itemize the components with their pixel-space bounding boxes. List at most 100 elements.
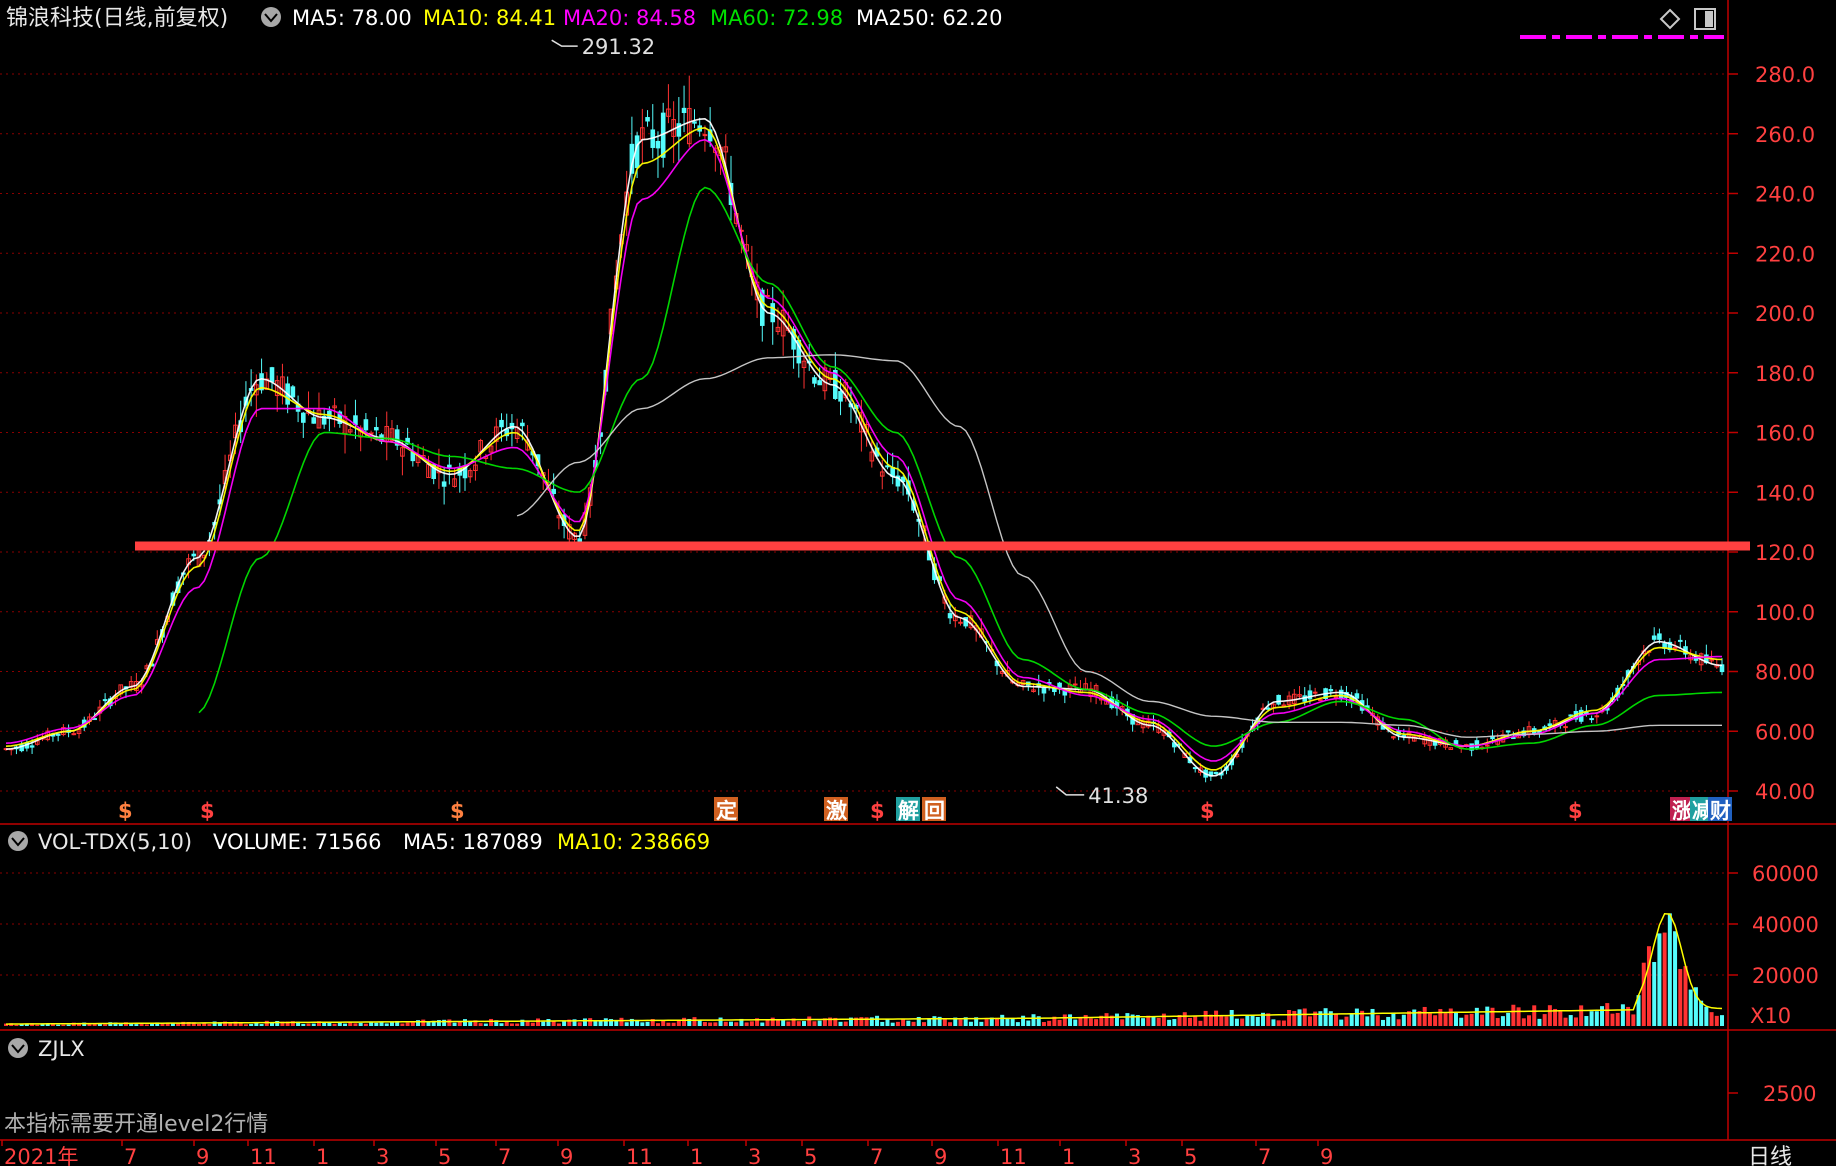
volume-bar bbox=[702, 1022, 707, 1026]
event-marker: 财 bbox=[1710, 799, 1731, 823]
volume-bar bbox=[1334, 1014, 1339, 1026]
volume-bar bbox=[176, 1023, 181, 1026]
volume-bar bbox=[530, 1022, 535, 1026]
volume-bar bbox=[968, 1021, 973, 1026]
candle-body bbox=[947, 613, 953, 619]
volume-bar bbox=[1187, 1017, 1192, 1026]
candle-body bbox=[770, 303, 776, 323]
candle-body bbox=[1484, 744, 1490, 747]
volume-indicator-label: VOL-TDX(5,10) bbox=[38, 830, 192, 854]
volume-bar bbox=[322, 1023, 327, 1026]
volume-bar bbox=[1057, 1019, 1062, 1026]
dropdown-icon[interactable] bbox=[261, 7, 281, 27]
volume-tick-label: 60000 bbox=[1752, 862, 1819, 886]
volume-bar bbox=[1532, 1005, 1537, 1026]
candle-body bbox=[958, 621, 963, 624]
volume-bar bbox=[807, 1016, 812, 1026]
volume-bar bbox=[499, 1023, 504, 1026]
volume-bar bbox=[270, 1023, 275, 1026]
time-tick-label: 9 bbox=[560, 1145, 573, 1166]
ma-line-ma5 bbox=[5, 117, 1723, 777]
candle-body bbox=[702, 134, 708, 137]
volume-bar bbox=[1714, 1015, 1719, 1026]
volume-bars bbox=[4, 913, 1724, 1026]
volume-bar bbox=[588, 1018, 593, 1026]
moving-average-lines bbox=[5, 117, 1723, 777]
volume-settings-icon[interactable] bbox=[8, 831, 28, 851]
volume-bar bbox=[1010, 1018, 1015, 1026]
volume-bar bbox=[942, 1019, 947, 1026]
volume-bar bbox=[447, 1019, 452, 1026]
volume-bar bbox=[1511, 1004, 1516, 1026]
chart-title: 锦浪科技(日线,前复权) bbox=[6, 6, 228, 31]
volume-bar bbox=[1041, 1022, 1046, 1026]
volume-bar bbox=[1620, 1004, 1625, 1026]
level2-notice: 本指标需要开通level2行情 bbox=[4, 1112, 268, 1137]
price-tick-label: 120.0 bbox=[1755, 541, 1815, 565]
volume-bar bbox=[796, 1021, 801, 1026]
event-markers[interactable]: $ $ $ 定激 $ 解回 $ $ 涨减财 bbox=[118, 797, 1732, 823]
volume-bar bbox=[1542, 1014, 1547, 1026]
price-tick-label: 140.0 bbox=[1755, 481, 1815, 505]
volume-bar bbox=[452, 1022, 457, 1026]
volume-bar bbox=[645, 1021, 650, 1026]
diamond-icon[interactable] bbox=[1659, 8, 1681, 30]
volume-bar bbox=[666, 1022, 671, 1026]
zjlx-settings-icon[interactable] bbox=[8, 1038, 28, 1058]
volume-bar bbox=[1073, 1019, 1078, 1026]
volume-bar bbox=[1605, 1003, 1610, 1026]
volume-bar bbox=[1292, 1011, 1297, 1026]
candle-body bbox=[1651, 635, 1657, 640]
volume-bar bbox=[562, 1021, 567, 1026]
zjlx-label: ZJLX bbox=[38, 1037, 85, 1061]
volume-bar bbox=[890, 1022, 895, 1026]
low-annotation: 41.38 bbox=[1055, 784, 1148, 808]
zjlx-axis-tick: 2500 bbox=[1763, 1082, 1816, 1106]
period-label[interactable]: 日线 bbox=[1748, 1145, 1792, 1166]
volume-bar bbox=[546, 1018, 551, 1026]
candle-body bbox=[499, 419, 504, 428]
volume-bar bbox=[1344, 1016, 1349, 1026]
time-tick-label: 1 bbox=[690, 1145, 703, 1166]
candle-body bbox=[1276, 694, 1281, 705]
volume-bar bbox=[1469, 1013, 1474, 1026]
price-axis: 280.0 260.0 240.0 220.0 200.0 180.0 160.0 140.0… bbox=[1728, 63, 1815, 804]
price-tick-label: 160.0 bbox=[1755, 422, 1815, 446]
volume-bar bbox=[619, 1017, 624, 1026]
volume-bar bbox=[635, 1020, 640, 1026]
price-tick-label: 80.00 bbox=[1755, 661, 1815, 685]
volume-bar bbox=[1031, 1014, 1036, 1026]
volume-bar bbox=[1323, 1008, 1328, 1026]
volume-bar bbox=[1297, 1009, 1302, 1026]
candle-body bbox=[1057, 682, 1062, 688]
volume-bar bbox=[749, 1021, 754, 1026]
event-marker: 激 bbox=[826, 799, 847, 823]
volume-bar bbox=[374, 1022, 379, 1026]
volume-bar bbox=[1615, 1012, 1620, 1026]
volume-bar bbox=[410, 1022, 415, 1026]
volume-bar bbox=[1240, 1018, 1245, 1026]
volume-bar bbox=[728, 1021, 733, 1026]
price-tick-label: 260.0 bbox=[1755, 123, 1815, 147]
volume-bar bbox=[718, 1017, 723, 1026]
volume-bar bbox=[911, 1021, 916, 1026]
volume-bar bbox=[196, 1023, 201, 1026]
volume-legend-item: MA5: 187089 bbox=[403, 830, 543, 854]
volume-bar bbox=[1167, 1019, 1172, 1026]
candle-body bbox=[655, 140, 661, 149]
volume-bar bbox=[1026, 1020, 1031, 1026]
volume-bar bbox=[582, 1018, 587, 1026]
volume-bar bbox=[1021, 1015, 1026, 1026]
ma-legend-item: MA5: 78.00 bbox=[292, 6, 412, 30]
volume-bar bbox=[1120, 1019, 1125, 1026]
candlesticks bbox=[3, 75, 1725, 783]
price-tick-label: 240.0 bbox=[1755, 183, 1815, 207]
panel-toggle-icon[interactable] bbox=[1694, 8, 1716, 30]
volume-bar bbox=[1495, 1018, 1500, 1026]
candle-body bbox=[1318, 699, 1323, 702]
volume-bar bbox=[1229, 1009, 1234, 1026]
volume-bar bbox=[1172, 1019, 1177, 1026]
candle-body bbox=[1265, 707, 1271, 710]
volume-bar bbox=[1527, 1015, 1532, 1026]
volume-bar bbox=[259, 1024, 264, 1026]
